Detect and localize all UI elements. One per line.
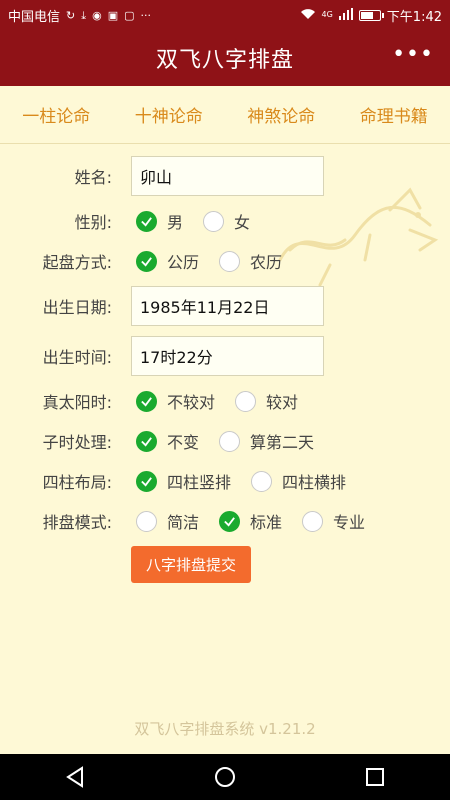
calendar-row: 起盘方式: 公历 农历 [0,248,450,274]
home-circle-icon [215,767,235,787]
solar-time-label: 真太阳时: [42,393,112,412]
home-button[interactable] [205,757,245,797]
radio-circle-icon [219,250,241,272]
birth-time-input[interactable]: 17时22分 [131,336,324,376]
solar-time-radio-group: 不较对 较对 [136,389,318,413]
mode-row: 排盘模式: 简洁 标准 专业 [0,508,450,534]
mode-radio-group: 简洁 标准 专业 [136,509,385,533]
radio-circle-icon [203,210,225,232]
gender-label: 性别: [74,213,112,232]
gender-radio-group: 男 女 [136,209,270,233]
network-label: 4G [321,10,333,19]
solar-time-yes-radio[interactable]: 较对 [235,389,298,413]
signal-icon [338,8,353,22]
radio-label: 女 [234,213,251,232]
app-bar: 双飞八字排盘 ••• [0,30,450,86]
version-footer: 双飞八字排盘系统 v1.21.2 [134,720,316,738]
name-row: 姓名: 卯山 [0,156,450,196]
pillar-vertical-radio[interactable]: 四柱竖排 [136,469,231,493]
radio-label: 农历 [250,253,283,272]
pillar-horizontal-radio[interactable]: 四柱横排 [251,469,346,493]
solar-time-no-radio[interactable]: 不较对 [136,389,215,413]
calendar-label: 起盘方式: [42,253,112,272]
zi-hour-radio-group: 不变 算第二天 [136,429,334,453]
radio-circle-icon [251,470,273,492]
app-title: 双飞八字排盘 [155,48,294,73]
radio-label: 简洁 [167,513,200,532]
radio-label: 不较对 [167,393,216,412]
check-icon [136,430,157,452]
gender-male-radio[interactable]: 男 [136,209,183,233]
back-triangle-icon [66,766,83,788]
birth-date-row: 出生日期: 1985年11月22日 [0,286,450,326]
radio-circle-icon [136,510,157,532]
birth-date-label: 出生日期: [42,298,112,317]
status-time: 下午1:42 [386,9,442,25]
tab-books[interactable]: 命理书籍 [360,102,428,127]
battery-icon [358,9,384,21]
mode-standard-radio[interactable]: 标准 [219,509,282,533]
radio-circle-icon [219,430,241,452]
pillar-layout-radio-group: 四柱竖排 四柱横排 [136,469,366,493]
tab-shishen[interactable]: 十神论命 [135,102,203,127]
radio-label: 算第二天 [250,433,315,452]
pillar-layout-row: 四柱布局: 四柱竖排 四柱横排 [0,468,450,494]
more-options-button[interactable]: ••• [392,44,434,66]
name-label: 姓名: [74,168,112,187]
calendar-solar-radio[interactable]: 公历 [136,249,199,273]
zi-hour-label: 子时处理: [42,433,112,452]
app-notification-icon: ◉ [92,8,102,22]
birth-date-input[interactable]: 1985年11月22日 [131,286,324,326]
app-notification-icon-3: ▢ [124,8,135,22]
radio-label: 较对 [266,393,299,412]
birth-time-row: 出生时间: 17时22分 [0,336,450,376]
system-nav-bar [0,754,450,800]
mode-label: 排盘模式: [42,513,112,532]
radio-label: 四柱竖排 [167,473,232,492]
check-icon [136,390,157,412]
radio-circle-icon [235,390,257,412]
check-icon [136,250,157,272]
submit-button[interactable]: 八字排盘提交 [131,546,251,583]
mode-pro-radio[interactable]: 专业 [302,509,365,533]
tab-yizhu[interactable]: 一柱论命 [22,102,90,127]
download-icon: ⤓ [81,8,87,22]
pillar-layout-label: 四柱布局: [42,473,112,492]
radio-label: 专业 [333,513,366,532]
radio-label: 不变 [167,433,200,452]
radio-label: 四柱横排 [282,473,347,492]
check-icon [136,210,157,232]
birth-time-label: 出生时间: [42,348,112,367]
zi-hour-row: 子时处理: 不变 算第二天 [0,428,450,454]
overflow-icon: ··· [140,8,152,22]
radio-circle-icon [302,510,324,532]
zi-hour-unchanged-radio[interactable]: 不变 [136,429,199,453]
gender-female-radio[interactable]: 女 [203,209,250,233]
status-bar: 中国电信 ↻ ⤓ ◉ ▣ ▢ ··· 4G 下午1:42 [0,0,450,30]
app-notification-icon-2: ▣ [107,8,119,22]
check-icon [219,510,241,532]
mode-simple-radio[interactable]: 简洁 [136,509,199,533]
name-input[interactable]: 卯山 [131,156,324,196]
recents-square-icon [366,768,384,786]
tab-shensha[interactable]: 神煞论命 [247,102,315,127]
radio-label: 男 [167,213,184,232]
check-icon [136,470,157,492]
zi-hour-nextday-radio[interactable]: 算第二天 [219,429,314,453]
nav-tabs: 一柱论命 十神论命 神煞论命 命理书籍 [0,86,450,144]
back-button[interactable] [55,757,95,797]
recents-button[interactable] [355,757,395,797]
calendar-lunar-radio[interactable]: 农历 [219,249,282,273]
carrier-label: 中国电信 [8,9,61,25]
radio-label: 公历 [167,253,200,272]
wifi-icon [300,8,316,22]
gender-row: 性别: 男 女 [0,208,450,234]
radio-label: 标准 [250,513,283,532]
solar-time-row: 真太阳时: 不较对 较对 [0,388,450,414]
sync-icon: ↻ [66,8,76,22]
calendar-radio-group: 公历 农历 [136,249,302,273]
